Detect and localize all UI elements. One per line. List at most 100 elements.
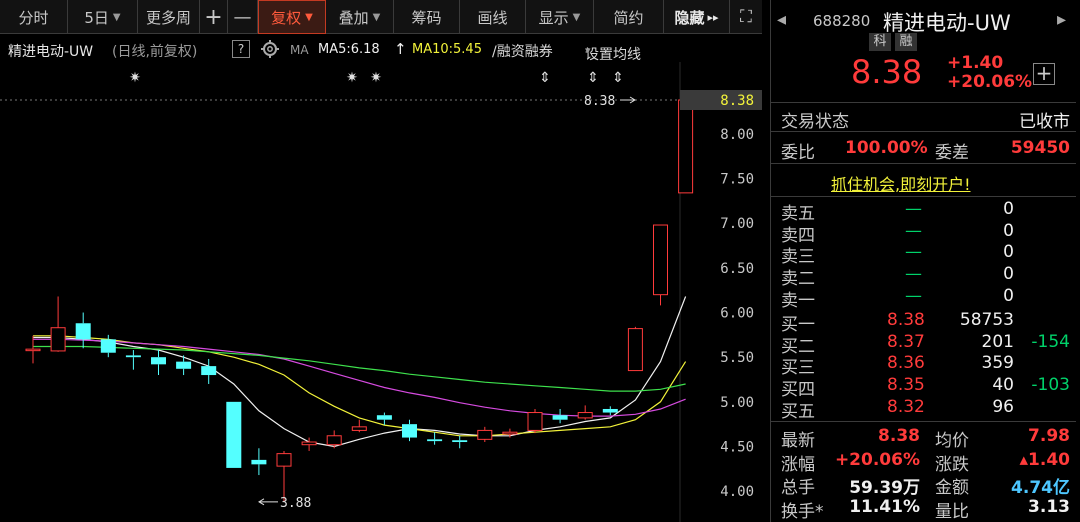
ask-row[interactable]: 卖二 — 0 — [771, 263, 1076, 289]
open-account-link[interactable]: 抓住机会,即刻开户! — [831, 171, 971, 195]
candle-body-up — [301, 441, 317, 446]
kline-panel: 分时 5日 ▼ 更多周 + — 复权 ▼ 叠加 ▼ 筹码 画线 显示 ▼ 简约 隐藏 ▸▸… — [0, 0, 762, 522]
ask-row[interactable]: 卖三 — 0 — [771, 241, 1076, 267]
ask-row[interactable]: 卖一 — 0 — [771, 285, 1076, 311]
bid-level-label: 买五 — [781, 401, 815, 422]
candle-body-up — [477, 429, 493, 440]
overlay-button[interactable]: 叠加 ▼ — [326, 0, 394, 34]
candle-body-down — [452, 440, 468, 443]
hide-panel-button[interactable]: 隐藏 ▸▸ — [664, 0, 730, 34]
bid-row[interactable]: 买四 8.35 40 -103 — [771, 374, 1076, 400]
ma5-value: MA5:6.18 — [318, 42, 380, 57]
stat-value: 3.13 — [1028, 496, 1070, 517]
chevron-down-icon: ▼ — [572, 11, 581, 23]
ask-volume: 0 — [1003, 220, 1014, 241]
stat-value: 11.41% — [849, 496, 920, 517]
simple-mode-button[interactable]: 简约 — [594, 0, 664, 34]
zoom-in-button[interactable]: + — [200, 0, 228, 34]
stat-label: 均价 — [935, 431, 969, 451]
chips-button[interactable]: 筹码 — [394, 0, 460, 34]
event-marker-icon: ✷ — [346, 70, 358, 86]
bid-row[interactable]: 买二 8.37 201 -154 — [771, 331, 1076, 357]
candle-body-down — [251, 459, 267, 465]
bid-row[interactable]: 买一 8.38 58753 — [771, 309, 1076, 335]
display-label: 显示 — [538, 8, 569, 27]
candlestick-chart[interactable]: ✷ ✷ ✷ ⇕ ⇕ ⇕ 8.38 8.00 7.50 7.00 6.50 6.00 5.50 5.00 4… — [0, 62, 762, 522]
stat-value: 59.39万 — [849, 478, 920, 498]
stat-value: 8.38 — [878, 426, 920, 446]
bid-volume: 40 — [992, 375, 1014, 396]
chevron-down-icon: ▼ — [305, 11, 313, 23]
y-tick-label: 5.00 — [720, 395, 754, 411]
trade-status-value: 已收市 — [1019, 112, 1070, 132]
candle-body-up — [627, 328, 643, 372]
stat-label: 总手 — [781, 478, 815, 498]
candle-body-up — [653, 224, 668, 296]
stat-row: 涨幅 +20.06% 涨跌 ▴1.40 — [771, 449, 1076, 475]
candle-body-down — [402, 424, 417, 438]
next-stock-icon[interactable]: ▸ — [1057, 9, 1066, 30]
ask-price: — — [905, 285, 922, 306]
candle-body-down — [75, 323, 91, 340]
stat-label: 金额 — [935, 478, 969, 498]
candle-body-up — [50, 327, 66, 352]
y-tick-label: 7.00 — [720, 216, 754, 232]
event-marker-icon: ⇕ — [539, 70, 551, 86]
gear-icon[interactable] — [260, 39, 280, 59]
draw-line-button[interactable]: 画线 — [460, 0, 526, 34]
candle-body-up — [351, 426, 367, 431]
adjust-rights-label: 复权 — [271, 8, 302, 27]
ask-volume: 0 — [1003, 264, 1014, 285]
weibi-value: 100.00% — [845, 138, 928, 158]
weibi-label: 委比 — [781, 143, 815, 163]
chevron-down-icon: ▾ — [585, 44, 591, 57]
ask-level-label: 卖一 — [781, 290, 815, 311]
prev-stock-icon[interactable]: ◂ — [777, 9, 786, 30]
candle-body-down — [427, 439, 443, 442]
y-tick-label: 8.38 — [720, 93, 754, 109]
margin-badge: 融 — [895, 33, 917, 51]
price-change-pct: +20.06% — [947, 72, 1033, 92]
tab-intraday[interactable]: 分时 — [0, 0, 68, 34]
zoom-out-button[interactable]: — — [228, 0, 258, 34]
candle-body-up — [502, 431, 518, 435]
candle-body-up — [527, 412, 543, 431]
price-change: +1.40 — [947, 53, 1004, 73]
bid-row[interactable]: 买三 8.36 359 — [771, 352, 1076, 378]
ask-volume: 0 — [1003, 199, 1014, 219]
candle-body-up — [678, 99, 694, 194]
ask-row[interactable]: 卖四 — 0 — [771, 220, 1076, 246]
y-tick-label: 4.50 — [720, 439, 754, 455]
display-button[interactable]: 显示 ▼ — [526, 0, 594, 34]
minus-icon: — — [233, 6, 252, 28]
adjust-rights-button[interactable]: 复权 ▼ — [258, 0, 326, 34]
ma10-value: MA10:5.45 — [412, 42, 482, 57]
ask-volume: 0 — [1003, 242, 1014, 263]
help-button[interactable]: ? — [232, 40, 250, 58]
chart-toolbar: 分时 5日 ▼ 更多周 + — 复权 ▼ 叠加 ▼ 筹码 画线 显示 ▼ 简约 隐藏 ▸▸… — [0, 0, 762, 34]
add-watchlist-button[interactable]: + — [1033, 63, 1055, 85]
stock-title: 精进电动-UW — [8, 44, 94, 60]
stat-value: 7.98 — [1028, 426, 1070, 446]
bid-row[interactable]: 买五 8.32 96 — [771, 396, 1076, 422]
event-marker-icon: ⇕ — [612, 70, 624, 86]
period-label: (日线,前复权) — [112, 44, 198, 60]
event-marker-icon: ⇕ — [587, 70, 599, 86]
more-periods-button[interactable]: 更多周 — [138, 0, 200, 34]
candle-body-down — [100, 339, 116, 353]
low-price-label: 3.88 — [280, 496, 311, 511]
ask-row[interactable]: 卖五 — 0 — [771, 198, 1076, 224]
stat-value: ▴1.40 — [1019, 449, 1070, 470]
star-market-badge: 科 — [869, 33, 891, 51]
bid-volume-change: -103 — [1031, 375, 1070, 396]
set-ma-label: 设置均线 — [585, 47, 641, 63]
fullscreen-button[interactable]: ⛶ — [730, 0, 762, 34]
bid-volume: 201 — [981, 331, 1014, 352]
candle-body-down — [376, 415, 392, 420]
chevron-down-icon: ▼ — [112, 11, 121, 23]
margin-trading-link[interactable]: /融资融券 — [492, 41, 553, 61]
draw-line-label: 画线 — [477, 8, 508, 27]
tab-5day[interactable]: 5日 ▼ — [68, 0, 138, 34]
candlestick-svg[interactable]: ✷ ✷ ✷ ⇕ ⇕ ⇕ 8.38 8.00 7.50 7.00 6.50 6.00 5.50 5.00 4… — [0, 62, 762, 522]
candle-body-down — [552, 415, 568, 420]
